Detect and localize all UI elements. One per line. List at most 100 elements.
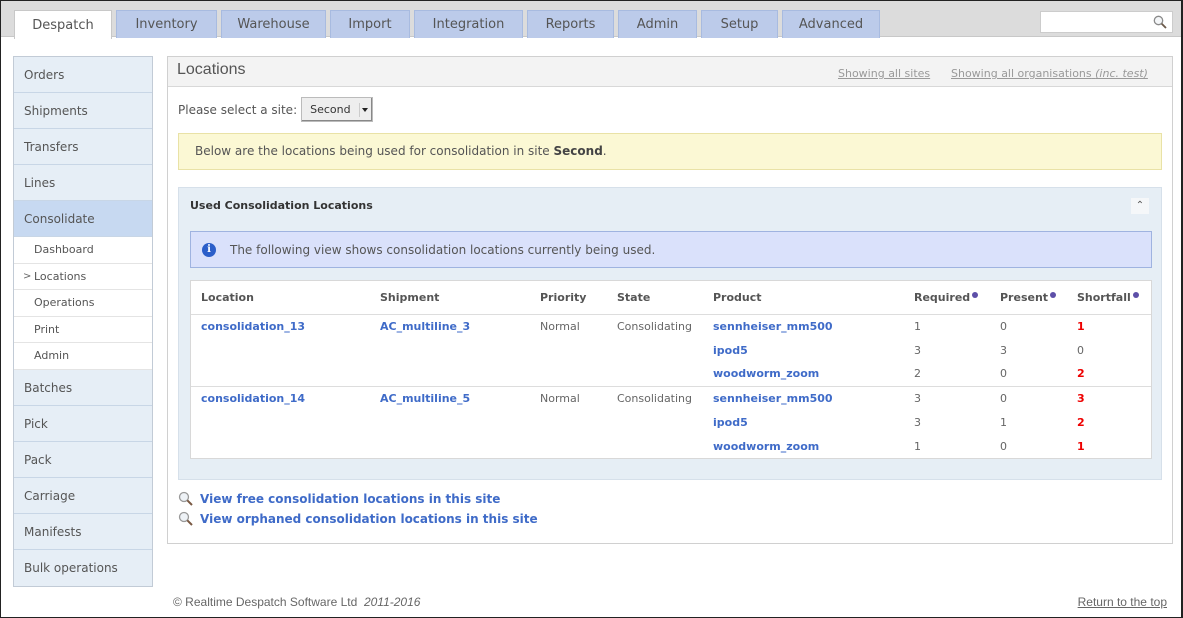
magnifier-icon: [178, 511, 193, 526]
sidebar-subitem-dashboard[interactable]: Dashboard: [14, 237, 152, 264]
sidebar-subitem-print[interactable]: Print: [14, 316, 152, 343]
sidebar-item-transfers[interactable]: Transfers: [14, 129, 152, 165]
showing-all-organisations-link[interactable]: Showing all organisations (inc. test): [951, 67, 1148, 80]
table-row: ipod5 3 1 2: [191, 410, 1151, 434]
sidebar-subitem-operations[interactable]: Operations: [14, 290, 152, 317]
info-dot-icon[interactable]: [1132, 291, 1139, 298]
search-icon[interactable]: [1153, 15, 1167, 29]
table-header-row: Location Shipment Priority State Product…: [191, 281, 1151, 315]
required-cell: 1: [904, 313, 990, 338]
view-free-locations-link[interactable]: View free consolidation locations in thi…: [178, 489, 538, 509]
tab-import[interactable]: Import: [330, 10, 410, 38]
sidebar-item-shipments[interactable]: Shipments: [14, 93, 152, 129]
present-cell: 1: [1000, 415, 1007, 429]
collapse-button[interactable]: ⌃: [1131, 198, 1149, 214]
site-select[interactable]: Second: [301, 97, 374, 122]
product-link[interactable]: sennheiser_mm500: [713, 392, 833, 405]
notice-site-name: Second: [553, 144, 603, 158]
shipment-link[interactable]: AC_multiline_5: [380, 392, 470, 405]
tab-integration[interactable]: Integration: [414, 10, 523, 38]
product-link[interactable]: ipod5: [713, 416, 748, 429]
col-state: State: [607, 281, 703, 315]
shortfall-cell: 2: [1077, 415, 1085, 429]
product-cell: sennheiser_mm500: [703, 385, 904, 410]
sidebar-item-lines[interactable]: Lines: [14, 165, 152, 201]
table-body: consolidation_13 AC_multiline_3 Normal C…: [191, 313, 1151, 458]
product-link[interactable]: woodworm_zoom: [713, 367, 819, 380]
required-cell: 3: [904, 385, 990, 410]
location-cell: consolidation_13: [191, 313, 370, 338]
info-dot-icon[interactable]: [972, 291, 979, 298]
sidebar-item-batches[interactable]: Batches: [14, 370, 152, 406]
tab-warehouse[interactable]: Warehouse: [221, 10, 326, 38]
subitem-label: Print: [34, 322, 60, 336]
product-link[interactable]: woodworm_zoom: [713, 440, 819, 453]
showing-all-sites-link[interactable]: Showing all sites: [838, 67, 930, 80]
product-cell: ipod5: [703, 410, 904, 434]
sidebar-item-consolidate[interactable]: Consolidate: [14, 201, 152, 237]
shortfall-cell: 3: [1067, 385, 1151, 410]
location-link[interactable]: consolidation_14: [201, 392, 305, 405]
tab-setup[interactable]: Setup: [701, 10, 778, 38]
magnifier-icon: [178, 491, 193, 506]
locations-table-container: Location Shipment Priority State Product…: [190, 280, 1152, 459]
sidebar: Orders Shipments Transfers Lines Consoli…: [13, 56, 153, 587]
sidebar-item-manifests[interactable]: Manifests: [14, 514, 152, 550]
copyright-text: © Realtime Despatch Software Ltd: [173, 595, 358, 609]
used-consolidation-locations-panel: Used Consolidation Locations ⌃ i The fol…: [178, 187, 1162, 480]
required-cell: 2: [914, 367, 921, 381]
product-cell: woodworm_zoom: [703, 434, 904, 458]
page-header: Locations Showing all sites Showing all …: [168, 57, 1172, 87]
sidebar-item-bulk-operations[interactable]: Bulk operations: [14, 550, 152, 586]
tab-inventory[interactable]: Inventory: [116, 10, 217, 38]
col-required[interactable]: Required: [904, 281, 990, 315]
tab-admin[interactable]: Admin: [618, 10, 697, 38]
state-cell: Consolidating: [607, 313, 703, 338]
tab-despatch[interactable]: Despatch: [14, 10, 112, 39]
subitem-label: Dashboard: [34, 243, 94, 256]
dropdown-arrow-icon: [359, 103, 369, 117]
info-message: i The following view shows consolidation…: [190, 231, 1152, 268]
panel-title: Used Consolidation Locations: [190, 199, 373, 212]
return-to-top-link[interactable]: Return to the top: [1078, 595, 1167, 609]
bottom-links: View free consolidation locations in thi…: [178, 489, 538, 529]
table-row: woodworm_zoom 2 0 2: [191, 362, 1151, 386]
tab-reports[interactable]: Reports: [527, 10, 614, 38]
site-selector-row: Please select a site: Second: [178, 97, 374, 122]
sidebar-item-pack[interactable]: Pack: [14, 442, 152, 478]
info-dot-icon[interactable]: [1050, 291, 1057, 298]
tab-advanced[interactable]: Advanced: [782, 10, 880, 38]
view-orphaned-locations-link[interactable]: View orphaned consolidation locations in…: [178, 509, 538, 529]
product-link[interactable]: sennheiser_mm500: [713, 320, 833, 333]
col-shortfall[interactable]: Shortfall: [1067, 281, 1151, 315]
shipment-link[interactable]: AC_multiline_3: [380, 320, 470, 333]
footer-copyright: © Realtime Despatch Software Ltd 2011-20…: [173, 595, 420, 609]
required-cell: 3: [914, 343, 921, 357]
info-icon: i: [202, 242, 216, 257]
search-box: [1040, 11, 1173, 33]
priority-cell: Normal: [530, 385, 607, 410]
product-link[interactable]: ipod5: [713, 344, 748, 357]
sidebar-item-pick[interactable]: Pick: [14, 406, 152, 442]
copyright-years: 2011-2016: [363, 595, 421, 609]
shortfall-cell: 1: [1077, 439, 1085, 453]
col-required-label: Required: [914, 290, 971, 304]
col-product: Product: [703, 281, 904, 315]
sidebar-subitem-locations[interactable]: > Locations: [14, 263, 152, 290]
table-row: consolidation_13 AC_multiline_3 Normal C…: [191, 313, 1151, 338]
page-title: Locations: [177, 61, 246, 78]
required-cell: 1: [914, 439, 921, 453]
sidebar-item-orders[interactable]: Orders: [14, 57, 152, 93]
col-shipment: Shipment: [370, 281, 530, 315]
sidebar-subitem-admin[interactable]: Admin: [14, 343, 152, 370]
col-present[interactable]: Present: [990, 281, 1067, 315]
sidebar-item-carriage[interactable]: Carriage: [14, 478, 152, 514]
orgs-link-label: Showing all organisations: [951, 67, 1092, 80]
product-cell: woodworm_zoom: [703, 362, 904, 386]
notice-text: Below are the locations being used for c…: [195, 144, 554, 158]
location-cell: consolidation_14: [191, 385, 370, 410]
site-select-label: Please select a site:: [178, 102, 298, 117]
search-input[interactable]: [1041, 12, 1151, 32]
view-orphaned-locations-label: View orphaned consolidation locations in…: [200, 512, 538, 526]
location-link[interactable]: consolidation_13: [201, 320, 305, 333]
